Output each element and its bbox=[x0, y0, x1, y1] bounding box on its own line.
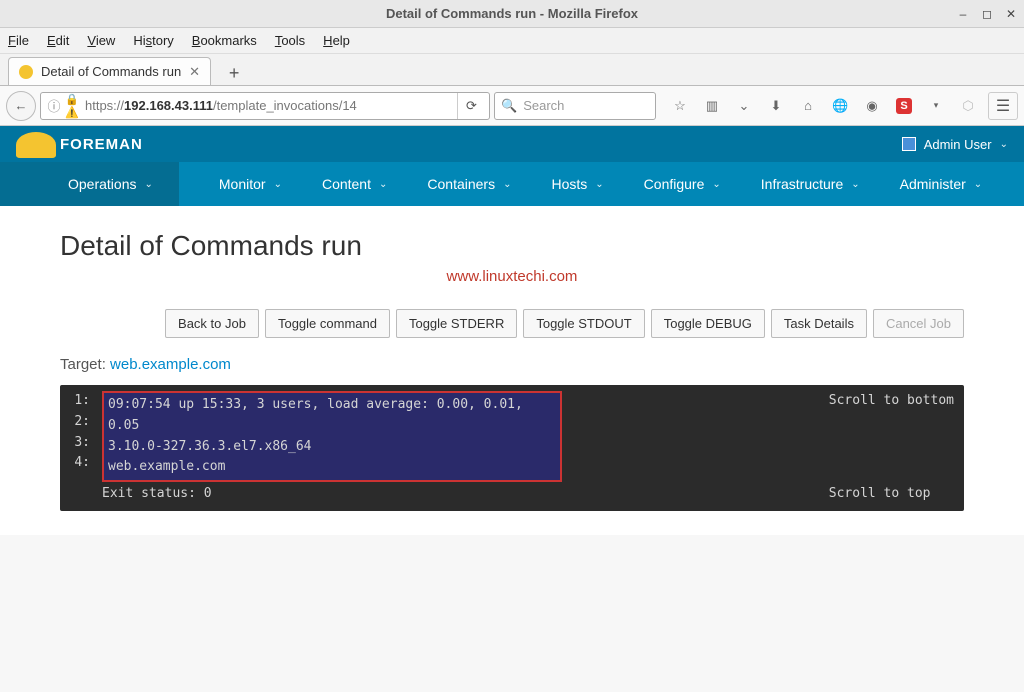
target-host-link[interactable]: web.example.com bbox=[110, 356, 231, 373]
search-bar[interactable]: 🔍 Search bbox=[494, 92, 656, 120]
user-name: Admin User bbox=[924, 137, 992, 152]
toggle-command-button[interactable]: Toggle command bbox=[265, 309, 390, 338]
nav-hosts[interactable]: Hosts⌄ bbox=[551, 176, 603, 192]
menu-edit[interactable]: Edit bbox=[47, 33, 69, 48]
target-label: Target: bbox=[60, 356, 110, 373]
foreman-helmet-icon bbox=[16, 132, 56, 158]
menu-bookmarks[interactable]: Bookmarks bbox=[192, 33, 257, 48]
chevron-down-icon: ⌄ bbox=[144, 179, 152, 190]
line-text: 3.10.0-327.36.3.el7.x86_64 bbox=[108, 437, 556, 458]
scroll-to-bottom-link[interactable]: Scroll to bottom bbox=[829, 391, 954, 412]
browser-toolbar: ← ⓘ 🔒⚠️ https://192.168.43.111/template_… bbox=[0, 86, 1024, 126]
page-title: Detail of Commands run bbox=[60, 230, 964, 262]
addon-dot-icon[interactable]: ◉ bbox=[864, 98, 880, 114]
addon-dropdown-icon[interactable]: ▾ bbox=[928, 100, 944, 111]
action-button-row: Back to Job Toggle command Toggle STDERR… bbox=[60, 309, 964, 338]
menu-history[interactable]: History bbox=[133, 33, 173, 48]
pocket-icon[interactable]: ⌄ bbox=[736, 98, 752, 114]
lock-warning-icon: 🔒⚠️ bbox=[63, 93, 81, 119]
foreman-favicon-icon bbox=[19, 65, 33, 79]
nav-containers[interactable]: Containers⌄ bbox=[427, 176, 511, 192]
toggle-stdout-button[interactable]: Toggle STDOUT bbox=[523, 309, 644, 338]
menu-help[interactable]: Help bbox=[323, 33, 350, 48]
sidebar-icon[interactable]: ▥ bbox=[704, 98, 720, 114]
line-number: 3: bbox=[68, 433, 102, 454]
task-details-button[interactable]: Task Details bbox=[771, 309, 867, 338]
chevron-down-icon: ⌄ bbox=[974, 179, 982, 190]
chevron-down-icon: ⌄ bbox=[595, 179, 603, 190]
chevron-down-icon: ⌄ bbox=[503, 179, 511, 190]
foreman-header: FOREMAN Admin User ⌄ bbox=[0, 126, 1024, 162]
browser-tabbar: Detail of Commands run ✕ + bbox=[0, 54, 1024, 86]
tab-title: Detail of Commands run bbox=[41, 64, 181, 79]
terminal-output: 1:2:3:4: 09:07:54 up 15:33, 3 users, loa… bbox=[60, 385, 964, 511]
window-maximize-button[interactable]: ◻ bbox=[982, 7, 992, 21]
window-close-button[interactable]: ✕ bbox=[1006, 7, 1016, 21]
greasemonkey-icon[interactable]: ⬡ bbox=[960, 98, 976, 114]
nav-content[interactable]: Content⌄ bbox=[322, 176, 387, 192]
home-icon[interactable]: ⌂ bbox=[800, 98, 816, 113]
chevron-down-icon: ⌄ bbox=[274, 179, 282, 190]
url-bar[interactable]: ⓘ 🔒⚠️ https://192.168.43.111/template_in… bbox=[40, 92, 490, 120]
chevron-down-icon: ⌄ bbox=[379, 179, 387, 190]
browser-menubar: File Edit View History Bookmarks Tools H… bbox=[0, 28, 1024, 54]
tab-close-button[interactable]: ✕ bbox=[189, 64, 200, 80]
cancel-job-button: Cancel Job bbox=[873, 309, 964, 338]
nav-infrastructure[interactable]: Infrastructure⌄ bbox=[761, 176, 860, 192]
line-text: web.example.com bbox=[108, 457, 556, 478]
nav-configure[interactable]: Configure⌄ bbox=[644, 176, 721, 192]
stylish-addon-icon[interactable]: S bbox=[896, 98, 912, 114]
nav-monitor[interactable]: Monitor⌄ bbox=[219, 176, 282, 192]
window-title: Detail of Commands run - Mozilla Firefox bbox=[386, 6, 638, 21]
reload-button[interactable]: ⟳ bbox=[457, 93, 485, 119]
line-text: 09:07:54 up 15:33, 3 users, load average… bbox=[108, 395, 556, 437]
chevron-down-icon: ⌄ bbox=[851, 179, 859, 190]
scroll-to-top-link[interactable]: Scroll to top bbox=[829, 484, 954, 505]
toggle-stderr-button[interactable]: Toggle STDERR bbox=[396, 309, 517, 338]
new-tab-button[interactable]: + bbox=[221, 61, 247, 85]
menu-view[interactable]: View bbox=[87, 33, 115, 48]
user-menu[interactable]: Admin User ⌄ bbox=[902, 137, 1008, 152]
addon-globe-icon[interactable]: 🌐 bbox=[832, 98, 848, 114]
toggle-debug-button[interactable]: Toggle DEBUG bbox=[651, 309, 765, 338]
back-button[interactable]: ← bbox=[6, 91, 36, 121]
back-to-job-button[interactable]: Back to Job bbox=[165, 309, 259, 338]
line-number: 1: bbox=[68, 391, 102, 412]
page-content: Detail of Commands run www.linuxtechi.co… bbox=[0, 206, 1024, 535]
nav-administer[interactable]: Administer⌄ bbox=[900, 176, 983, 192]
url-text[interactable]: https://192.168.43.111/template_invocati… bbox=[81, 98, 457, 113]
nav-operations[interactable]: Operations⌄ bbox=[0, 162, 179, 206]
window-minimize-button[interactable]: – bbox=[958, 7, 968, 21]
search-placeholder: Search bbox=[523, 98, 564, 113]
chevron-down-icon: ⌄ bbox=[712, 179, 720, 190]
hamburger-menu-button[interactable]: ☰ bbox=[988, 92, 1018, 120]
foreman-logo[interactable]: FOREMAN bbox=[60, 136, 143, 153]
search-icon: 🔍 bbox=[501, 98, 517, 114]
line-number: 2: bbox=[68, 412, 102, 433]
target-line: Target: web.example.com bbox=[60, 356, 964, 373]
bookmark-star-icon[interactable]: ☆ bbox=[672, 98, 688, 114]
user-avatar-icon bbox=[902, 137, 916, 151]
foreman-brand-text: FOREMAN bbox=[60, 136, 143, 153]
line-number: 4: bbox=[68, 453, 102, 474]
chevron-down-icon: ⌄ bbox=[1000, 139, 1008, 150]
watermark-text: www.linuxtechi.com bbox=[60, 268, 964, 285]
identity-icon[interactable]: ⓘ bbox=[45, 96, 63, 115]
menu-file[interactable]: File bbox=[8, 33, 29, 48]
menu-tools[interactable]: Tools bbox=[275, 33, 305, 48]
foreman-nav: Operations⌄ Monitor⌄ Content⌄ Containers… bbox=[0, 162, 1024, 206]
downloads-icon[interactable]: ⬇ bbox=[768, 98, 784, 114]
browser-tab[interactable]: Detail of Commands run ✕ bbox=[8, 57, 211, 85]
window-titlebar: Detail of Commands run - Mozilla Firefox… bbox=[0, 0, 1024, 28]
highlighted-output-block: 09:07:54 up 15:33, 3 users, load average… bbox=[102, 391, 562, 482]
